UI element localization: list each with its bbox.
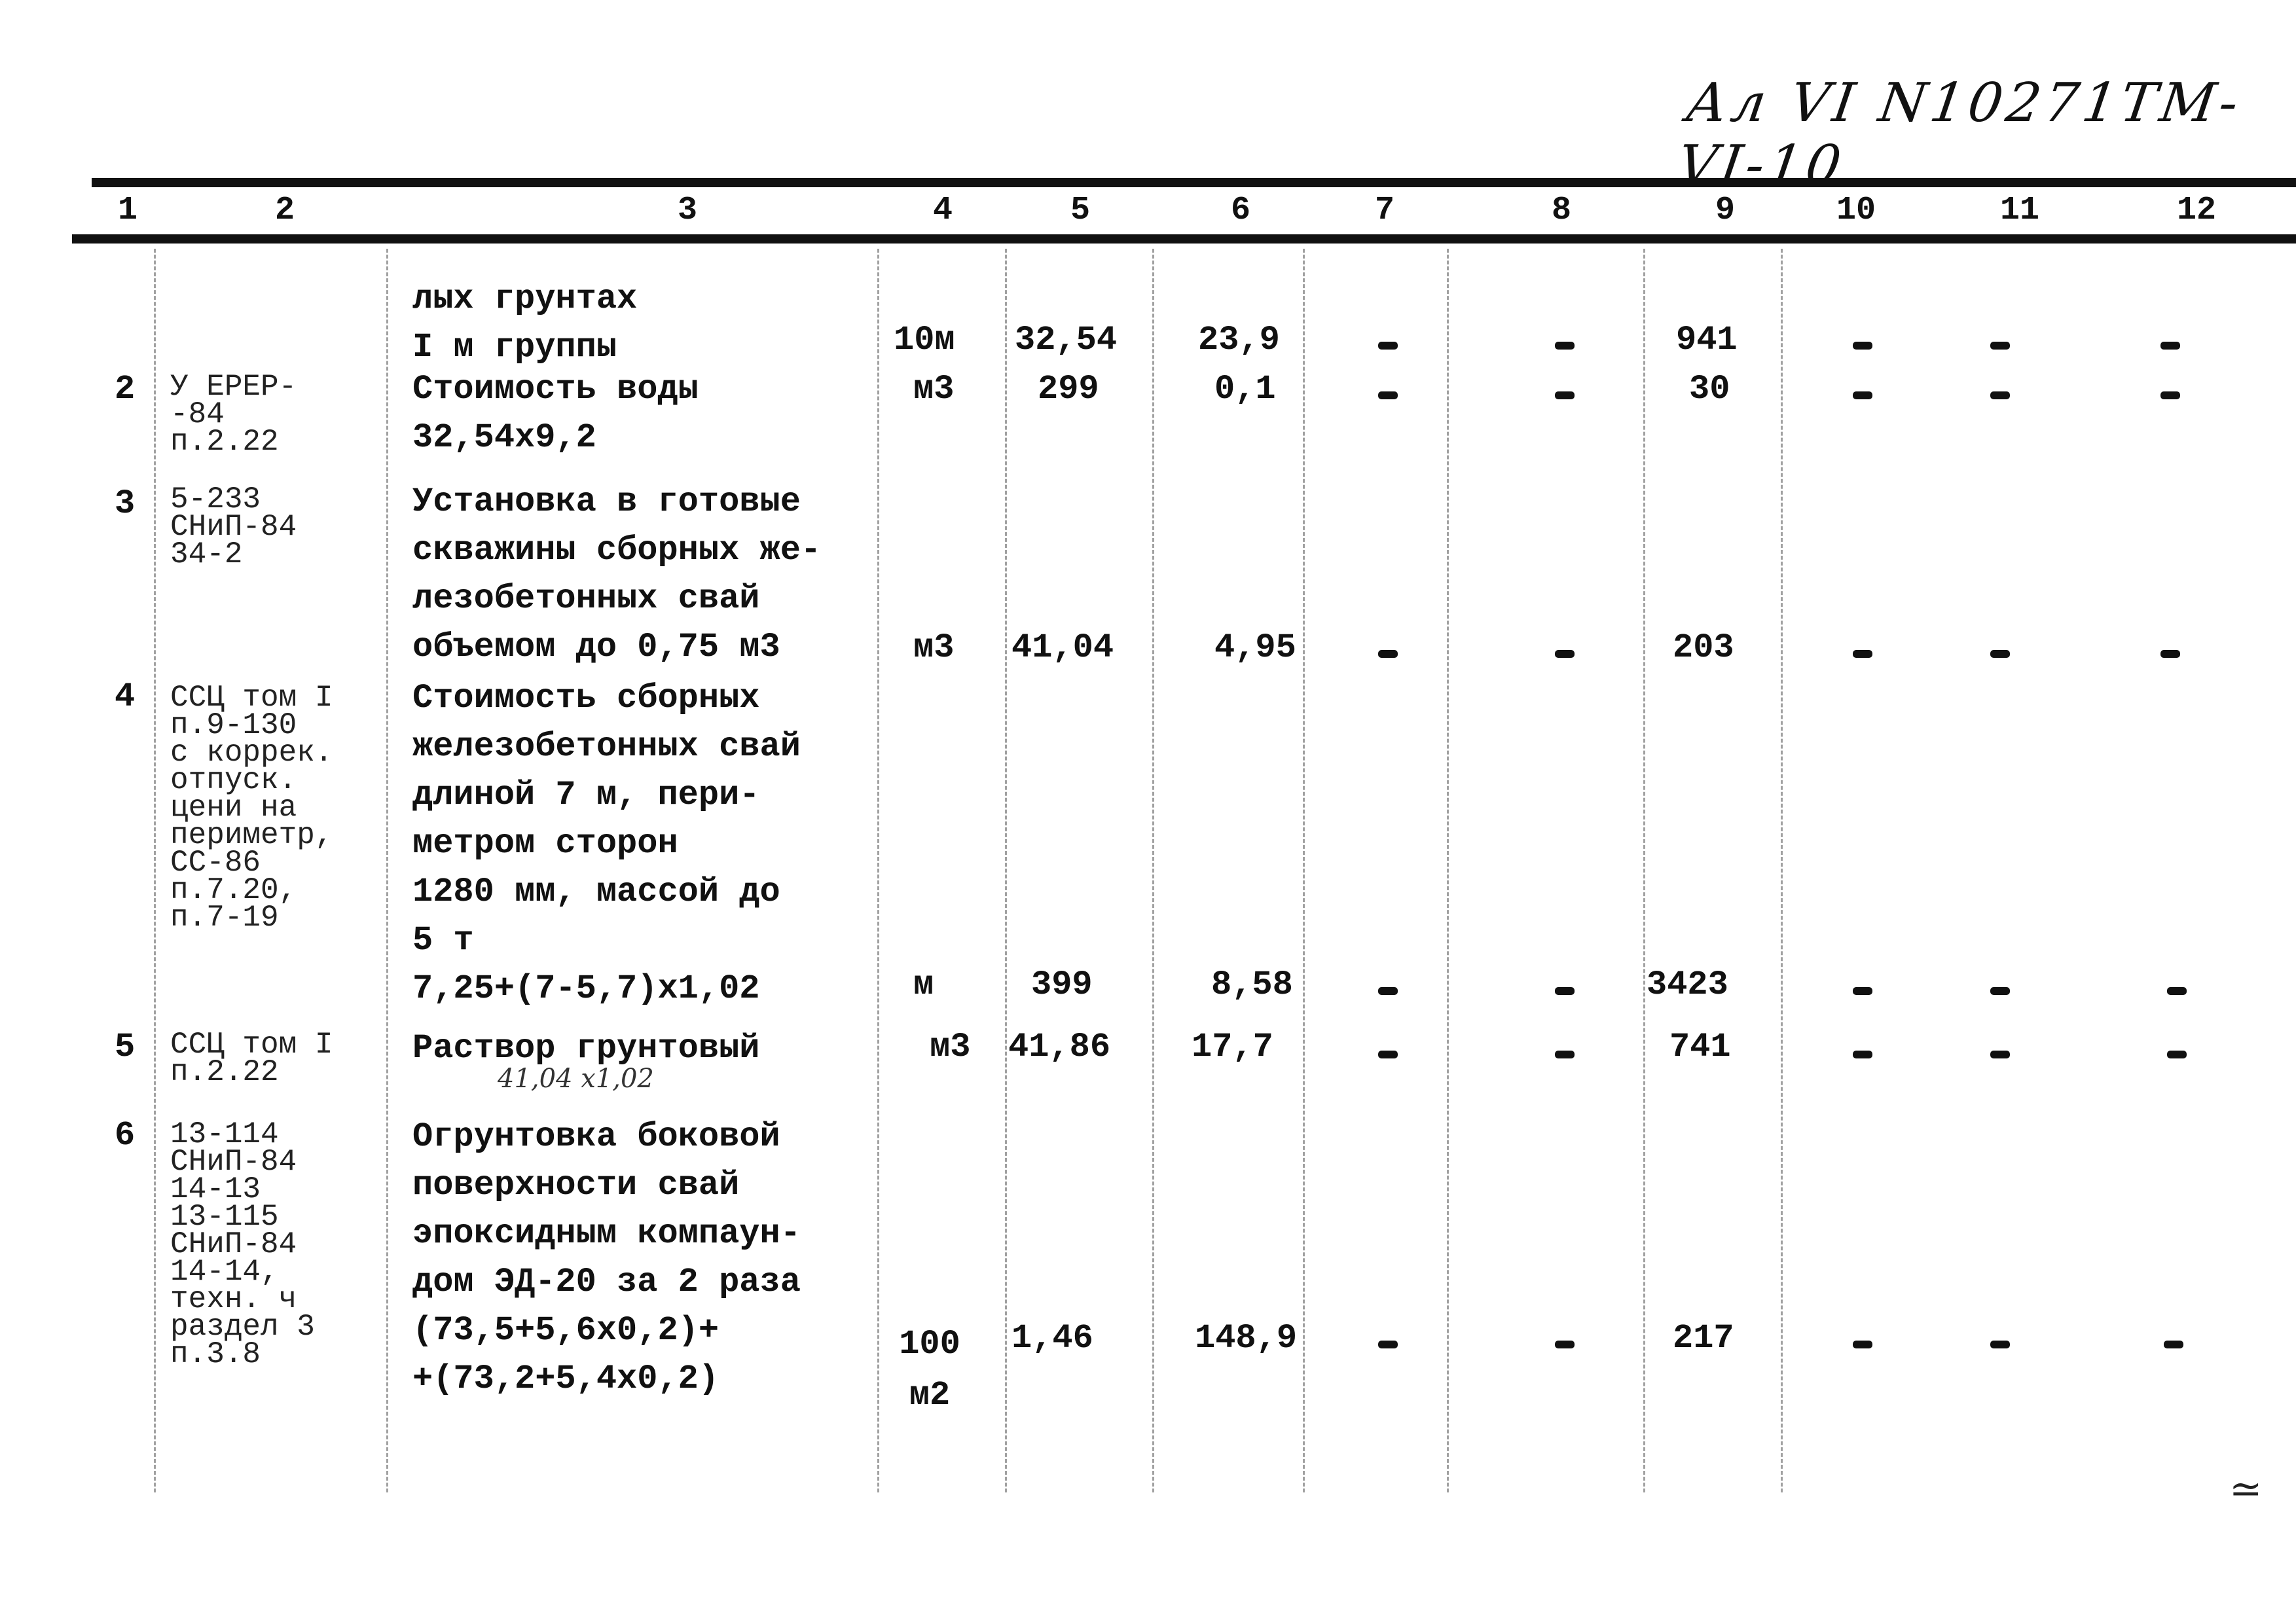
empty-cell-dash bbox=[1555, 650, 1575, 658]
row-unit-price: 0,1 bbox=[1214, 370, 1276, 408]
row-description: Стоимость воды 32,54х9,2 bbox=[412, 370, 699, 457]
empty-cell-dash bbox=[1555, 987, 1575, 995]
corner-mark: ≃ bbox=[2229, 1466, 2263, 1512]
row-total: 741 bbox=[1669, 1028, 1731, 1066]
row-total: 941 bbox=[1676, 321, 1738, 359]
empty-cell-dash bbox=[1990, 1341, 2010, 1348]
row-quantity: 41,04 bbox=[1011, 628, 1114, 667]
handwritten-note: 41,04 х1,02 bbox=[498, 1064, 654, 1094]
row-unit: м bbox=[913, 965, 934, 1004]
empty-cell-dash bbox=[1378, 1341, 1398, 1348]
row-number: 3 bbox=[115, 484, 136, 523]
row-unit: 10м bbox=[894, 321, 955, 359]
row-quantity: 399 bbox=[1031, 965, 1093, 1004]
col-header-9: 9 bbox=[1715, 192, 1736, 229]
column-divider bbox=[386, 249, 390, 1492]
empty-cell-dash bbox=[1378, 987, 1398, 995]
column-divider bbox=[154, 249, 157, 1492]
column-divider bbox=[1303, 249, 1306, 1492]
row-quantity: 299 bbox=[1038, 370, 1099, 408]
row-description: Стоимость сборных железобетонных свай дл… bbox=[412, 679, 801, 1008]
row-number: 2 bbox=[115, 370, 136, 408]
col-header-8: 8 bbox=[1552, 192, 1572, 229]
empty-cell-dash bbox=[1378, 650, 1398, 658]
empty-cell-dash bbox=[1853, 650, 1872, 658]
col-header-1: 1 bbox=[118, 192, 138, 229]
row-quantity: 41,86 bbox=[1008, 1028, 1111, 1066]
row-quantity: 1,46 bbox=[1011, 1319, 1093, 1358]
column-divider bbox=[1781, 249, 1784, 1492]
empty-cell-dash bbox=[2160, 650, 2180, 658]
empty-cell-dash bbox=[1853, 987, 1872, 995]
empty-cell-dash bbox=[1853, 342, 1872, 350]
row-description: лых грунтах I м группы bbox=[412, 280, 638, 367]
row-unit: м3 bbox=[913, 628, 955, 667]
empty-cell-dash bbox=[1853, 1051, 1872, 1058]
empty-cell-dash bbox=[1555, 391, 1575, 399]
empty-cell-dash bbox=[1378, 1051, 1398, 1058]
empty-cell-dash bbox=[1990, 650, 2010, 658]
row-description: Огрунтовка боковой поверхности свай эпок… bbox=[412, 1117, 801, 1398]
empty-cell-dash bbox=[1853, 391, 1872, 399]
empty-cell-dash bbox=[1378, 342, 1398, 350]
empty-cell-dash bbox=[1555, 1051, 1575, 1058]
empty-cell-dash bbox=[1990, 391, 2010, 399]
row-reference: 13-114 СНиП-84 14-13 13-115 СНиП-84 14-1… bbox=[170, 1117, 315, 1371]
col-header-10: 10 bbox=[1836, 192, 1876, 229]
row-reference: У ЕРЕР- -84 п.2.22 bbox=[170, 370, 297, 459]
row-total: 3423 bbox=[1647, 965, 1728, 1004]
column-divider bbox=[1152, 249, 1156, 1492]
col-header-12: 12 bbox=[2177, 192, 2217, 229]
row-unit-price: 4,95 bbox=[1214, 628, 1296, 667]
row-unit-price: 17,7 bbox=[1192, 1028, 1273, 1066]
row-number: 6 bbox=[115, 1116, 136, 1155]
empty-cell-dash bbox=[1990, 1051, 2010, 1058]
empty-cell-dash bbox=[2167, 987, 2187, 995]
row-reference: ССЦ том I п.2.22 bbox=[170, 1028, 333, 1089]
empty-cell-dash bbox=[1378, 391, 1398, 399]
col-header-4: 4 bbox=[933, 192, 953, 229]
empty-cell-dash bbox=[1853, 1341, 1872, 1348]
column-divider bbox=[1643, 249, 1647, 1492]
col-header-5: 5 bbox=[1070, 192, 1091, 229]
row-unit: 100 м2 bbox=[899, 1325, 960, 1415]
row-unit: м3 bbox=[930, 1028, 971, 1066]
header-bottom-rule bbox=[72, 234, 2296, 244]
empty-cell-dash bbox=[1990, 342, 2010, 350]
col-header-3: 3 bbox=[678, 192, 698, 229]
col-header-7: 7 bbox=[1375, 192, 1395, 229]
row-quantity: 32,54 bbox=[1015, 321, 1118, 359]
row-total: 217 bbox=[1673, 1319, 1734, 1358]
col-header-11: 11 bbox=[2000, 192, 2040, 229]
row-total: 203 bbox=[1673, 628, 1734, 667]
row-total: 30 bbox=[1689, 370, 1730, 408]
empty-cell-dash bbox=[2164, 1341, 2183, 1348]
row-number: 4 bbox=[115, 677, 136, 716]
empty-cell-dash bbox=[1555, 1341, 1575, 1348]
column-divider bbox=[1447, 249, 1450, 1492]
column-divider bbox=[1005, 249, 1008, 1492]
col-header-6: 6 bbox=[1231, 192, 1251, 229]
empty-cell-dash bbox=[2160, 391, 2180, 399]
col-header-2: 2 bbox=[275, 192, 295, 229]
empty-cell-dash bbox=[2160, 342, 2180, 350]
row-unit-price: 148,9 bbox=[1195, 1319, 1298, 1358]
row-description: Установка в готовые скважины сборных же-… bbox=[412, 482, 822, 666]
row-reference: 5-233 СНиП-84 34-2 bbox=[170, 482, 297, 571]
column-divider bbox=[877, 249, 881, 1492]
empty-cell-dash bbox=[2167, 1051, 2187, 1058]
row-unit-price: 23,9 bbox=[1198, 321, 1280, 359]
header-top-rule bbox=[92, 178, 2296, 187]
row-number: 5 bbox=[115, 1028, 136, 1066]
empty-cell-dash bbox=[1990, 987, 2010, 995]
empty-cell-dash bbox=[1555, 342, 1575, 350]
row-unit: м3 bbox=[913, 370, 955, 408]
row-unit-price: 8,58 bbox=[1211, 965, 1293, 1004]
row-reference: ССЦ том I п.9-130 с коррек. отпуск. цени… bbox=[170, 681, 333, 935]
